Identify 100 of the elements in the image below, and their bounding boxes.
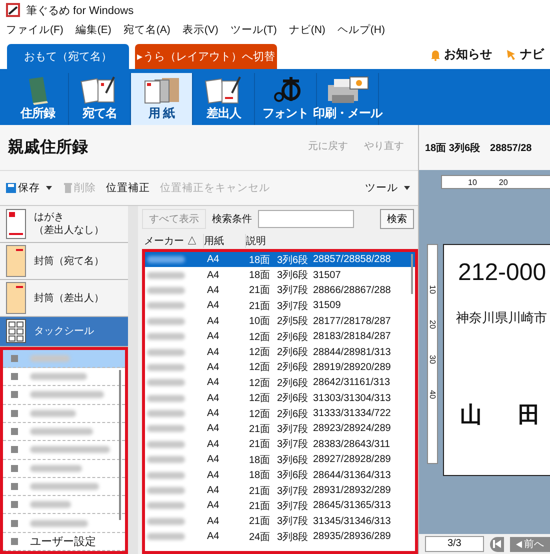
table-cell-text: 28177/28178/287 <box>313 316 392 327</box>
column-header[interactable]: 用紙 <box>204 234 246 248</box>
bell-icon <box>430 48 441 60</box>
category-label: はがき <box>34 211 65 224</box>
table-cell-text: 3列7段 <box>277 300 310 313</box>
address-text: 神奈川県川崎市 <box>456 310 547 327</box>
table-row[interactable]: A4 12面 2列6段 31303/31304/313 <box>145 390 415 406</box>
blurred-text <box>147 318 185 325</box>
table-row[interactable]: A4 21面 3列7段 31345/31346/313 <box>145 514 415 530</box>
ribbon-button[interactable]: 用 紙 <box>131 73 193 125</box>
scrollbar[interactable] <box>119 370 121 520</box>
blurred-text <box>30 410 76 417</box>
blurred-text <box>147 256 185 264</box>
table-cell-text: 18面 <box>249 254 272 267</box>
table-cell-text: A4 <box>207 423 220 434</box>
table-cell-text: A4 <box>207 516 220 527</box>
table-cell-text: 3列7段 <box>277 438 310 452</box>
table-row[interactable]: A4 21面 3列7段 28645/31365/313 <box>145 498 415 514</box>
page-field[interactable]: 3/3 <box>425 536 484 552</box>
table-cell-text: 31345/31346/313 <box>313 516 392 527</box>
table-row[interactable]: A4 12面 2列6段 28919/28920/289 <box>145 360 415 376</box>
table-cell-text: 10面 <box>249 315 272 328</box>
blurred-text <box>147 440 185 448</box>
app-icon <box>6 3 20 17</box>
table-row[interactable]: A4 12面 2列6段 28844/28981/313 <box>145 344 415 360</box>
column-header[interactable]: メーカー △ <box>144 234 204 248</box>
notice-link[interactable]: お知らせ <box>430 46 492 63</box>
table-cell-text: 21面 <box>249 438 272 452</box>
maker-item[interactable] <box>3 350 125 368</box>
table-cell-text: A4 <box>207 346 220 358</box>
table-row[interactable]: A4 18面 3列6段 28644/31364/313 <box>145 467 415 483</box>
table-row[interactable]: A4 10面 2列5段 28177/28178/287 <box>145 314 415 329</box>
table-cell-text: 12面 <box>249 346 272 360</box>
table-row[interactable]: A4 21面 3列7段 28383/28643/311 <box>145 436 415 452</box>
ruler-label: 30 <box>428 355 437 364</box>
menu-item[interactable]: ヘルプ(H) <box>337 23 385 37</box>
table-row[interactable]: A4 24面 3列8段 28935/28936/289 <box>145 529 415 544</box>
blurred-text <box>30 354 70 362</box>
maker-item[interactable]: ユーザー設定 <box>3 532 125 551</box>
category-item[interactable]: 封筒（差出人） <box>0 280 128 318</box>
table-cell-text: A4 <box>207 284 220 296</box>
table-row[interactable]: A4 12面 2列6段 28183/28184/287 <box>145 328 415 344</box>
blurred-text <box>147 394 185 402</box>
table-cell-text: A4 <box>207 470 220 481</box>
column-header[interactable]: 説明 <box>246 234 406 248</box>
table-cell-text: A4 <box>207 300 220 312</box>
first-page-button[interactable] <box>490 536 504 552</box>
table-row[interactable]: A4 18面 3列6段 28857/28858/288 <box>145 252 415 268</box>
table-cell-text: 18面 <box>249 469 272 482</box>
blurred-text <box>147 533 185 540</box>
table-row[interactable]: A4 12面 2列6段 31333/31334/722 <box>145 406 415 422</box>
envelope-icon <box>6 282 26 314</box>
square-icon <box>11 373 18 380</box>
table-cell-text: 12面 <box>249 392 272 406</box>
table-row[interactable]: A4 12面 2列6段 28642/31161/313 <box>145 375 415 391</box>
menu-item[interactable]: 編集(E) <box>75 23 112 37</box>
window-title: 筆ぐるめ for Windows <box>26 4 134 18</box>
toolbar-button[interactable]: 保存 <box>6 181 54 195</box>
blurred-text <box>147 425 185 432</box>
table-cell-text: 28857/28858/288 <box>313 254 392 266</box>
table-cell-text: A4 <box>207 454 220 466</box>
category-item[interactable]: はがき （差出人なし） <box>0 206 128 243</box>
table-row[interactable]: A4 21面 3列7段 28931/28932/289 <box>145 482 415 498</box>
ruler-label: 20 <box>498 178 508 186</box>
menu-item[interactable]: 宛て名(A) <box>123 23 170 37</box>
menu-item[interactable]: ファイル(F) <box>6 23 64 37</box>
side-tab[interactable]: おもて（宛て名） <box>7 44 129 69</box>
category-label: 封筒（差出人） <box>34 292 104 305</box>
category-item[interactable]: タックシール <box>0 317 128 347</box>
menu-item[interactable]: ナビ(N) <box>288 23 326 37</box>
menu-item[interactable]: ツール(T) <box>230 23 277 37</box>
table-row[interactable]: A4 21面 3列7段 28923/28924/289 <box>145 421 415 437</box>
table-cell-text: 28927/28928/289 <box>313 454 392 466</box>
table-cell-text: 12面 <box>249 408 272 421</box>
toolbar-button[interactable]: 位置補正 <box>106 181 150 195</box>
table-row[interactable]: A4 18面 3列6段 28927/28928/289 <box>145 452 415 468</box>
ribbon-button[interactable]: 差出人 <box>193 73 255 125</box>
table-cell-text: 28866/28867/288 <box>313 284 392 296</box>
table-row[interactable]: A4 18面 3列6段 31507 <box>145 267 415 283</box>
table-cell-text: 2列6段 <box>277 346 310 360</box>
blurred-text <box>147 302 185 310</box>
table-cell-text: A4 <box>207 531 220 542</box>
navi-link[interactable]: ナビ <box>506 46 544 63</box>
search-field[interactable] <box>258 210 354 228</box>
scrollbar[interactable] <box>411 254 413 294</box>
table-cell-text: A4 <box>207 331 220 342</box>
prev-button[interactable]: 前へ <box>510 536 550 552</box>
side-tab[interactable]: ▸うら（レイアウト）へ切替 <box>135 44 277 69</box>
table-row[interactable]: A4 21面 3列7段 31509 <box>145 298 415 314</box>
square-icon <box>11 446 18 454</box>
save-icon <box>6 183 16 193</box>
toolbar-button[interactable]: ツール <box>365 181 412 195</box>
square-icon <box>11 354 18 362</box>
ruler-label: 10 <box>428 285 437 294</box>
paper-icon <box>142 75 182 105</box>
menu-item[interactable]: 表示(V) <box>182 23 218 37</box>
table-cell-text: A4 <box>207 362 220 373</box>
table-row[interactable]: A4 21面 3列7段 28866/28867/288 <box>145 282 415 298</box>
category-item[interactable]: 封筒（宛て名） <box>0 243 128 280</box>
search-button[interactable]: 検索 <box>380 209 414 229</box>
